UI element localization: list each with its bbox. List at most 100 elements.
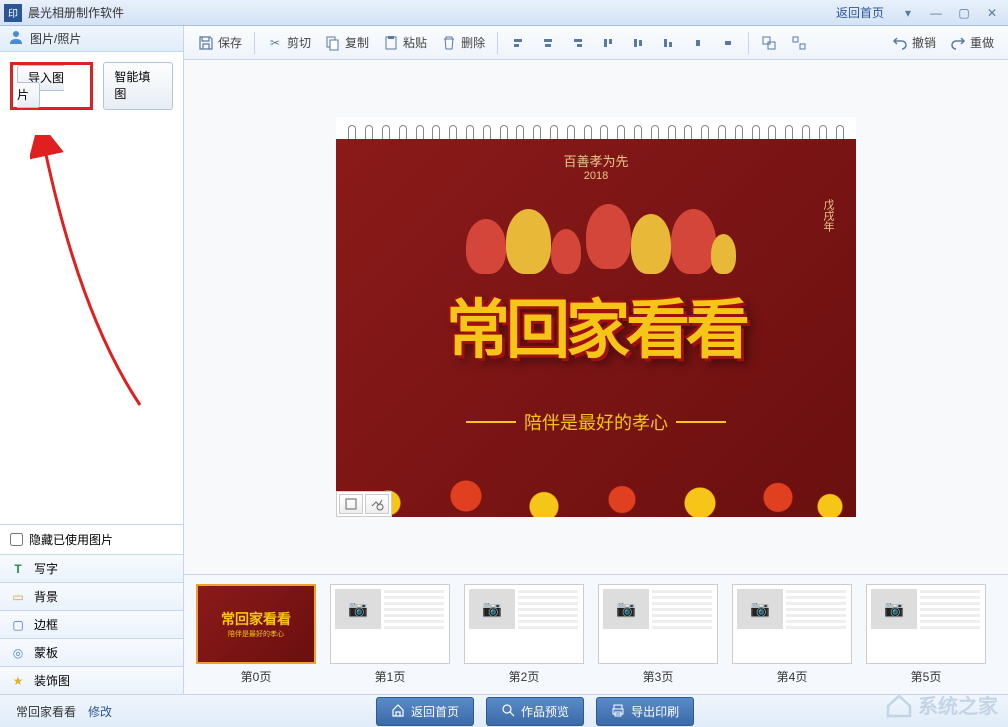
accordion-text[interactable]: T 写字 (0, 554, 183, 582)
photo-placeholder-icon: 📷 (737, 589, 783, 629)
hide-used-checkbox[interactable] (10, 533, 23, 546)
thumb-label: 第1页 (375, 668, 406, 685)
align-top-icon (600, 35, 616, 51)
import-highlight-annotation: 导入图片 (10, 62, 93, 110)
sidebar: 图片/照片 导入图片 智能填图 隐藏已使用图片 T 写字 ▭ 背景 ▢ (0, 26, 184, 694)
close-button[interactable]: ✕ (980, 4, 1004, 22)
sidebar-photos-label: 图片/照片 (30, 30, 81, 47)
project-name: 常回家看看 (16, 703, 76, 720)
group-button[interactable] (755, 31, 783, 55)
paste-button[interactable]: 粘贴 (377, 30, 433, 55)
calendar-motto: 百善孝为先 (336, 139, 856, 170)
copy-button[interactable]: 复制 (319, 30, 375, 55)
canvas-page-button[interactable] (339, 494, 363, 514)
canvas-area[interactable]: 百善孝为先 2018 戊戌年 常回家看看 (184, 60, 1008, 574)
page-thumbnails: 常回家看看 陪伴是最好的孝心 第0页 📷 第1页 📷 第2页 📷 第3页 📷 第… (184, 574, 1008, 694)
align-right-icon (570, 35, 586, 51)
save-button[interactable]: 保存 (192, 30, 248, 55)
align-right-button[interactable] (564, 31, 592, 55)
star-icon: ★ (10, 673, 26, 689)
import-images-button[interactable]: 导入图片 (17, 65, 64, 108)
accordion-background-label: 背景 (34, 588, 58, 605)
hide-used-row: 隐藏已使用图片 (0, 524, 183, 554)
modify-link[interactable]: 修改 (88, 703, 112, 720)
dropdown-button[interactable]: ▾ (896, 4, 920, 22)
accordion-decoration[interactable]: ★ 装饰图 (0, 666, 183, 694)
undo-button[interactable]: 撤销 (886, 30, 942, 55)
home-icon (391, 703, 405, 720)
ungroup-icon (791, 35, 807, 51)
flower-decoration (336, 447, 856, 517)
calendar-main-title: 常回家看看 (446, 279, 746, 371)
mask-icon: ◎ (10, 645, 26, 661)
accordion-mask-label: 蒙板 (34, 644, 58, 661)
arrow-annotation (30, 135, 170, 415)
sidebar-photos-header[interactable]: 图片/照片 (0, 26, 183, 52)
thumb-page-3[interactable]: 📷 第3页 (598, 584, 718, 685)
app-icon: 印 (4, 4, 22, 22)
photo-placeholder-icon: 📷 (335, 589, 381, 629)
thumb-label: 第3页 (643, 668, 674, 685)
accordion-border[interactable]: ▢ 边框 (0, 610, 183, 638)
thumb-page-0[interactable]: 常回家看看 陪伴是最好的孝心 第0页 (196, 584, 316, 685)
align-center-h-button[interactable] (534, 31, 562, 55)
maximize-button[interactable]: ▢ (952, 4, 976, 22)
accordion-text-label: 写字 (34, 560, 58, 577)
group-icon (761, 35, 777, 51)
align-middle-button[interactable] (624, 31, 652, 55)
align-top-button[interactable] (594, 31, 622, 55)
accordion-decoration-label: 装饰图 (34, 672, 70, 689)
distribute-h-button[interactable] (684, 31, 712, 55)
calendar-preview[interactable]: 百善孝为先 2018 戊戌年 常回家看看 (336, 117, 856, 517)
ungroup-button[interactable] (785, 31, 813, 55)
redo-button[interactable]: 重做 (944, 30, 1000, 55)
smart-fill-button[interactable]: 智能填图 (103, 62, 173, 110)
photo-placeholder-icon: 📷 (871, 589, 917, 629)
sidebar-image-list (0, 120, 183, 524)
calendar-year-badge: 戊戌年 (812, 199, 836, 232)
text-icon: T (10, 561, 26, 577)
delete-button[interactable]: 删除 (435, 30, 491, 55)
hide-used-label: 隐藏已使用图片 (29, 531, 113, 548)
accordion-mask[interactable]: ◎ 蒙板 (0, 638, 183, 666)
photo-placeholder-icon: 📷 (603, 589, 649, 629)
person-icon (8, 29, 24, 48)
bottombar: 常回家看看 修改 返回首页 作品预览 导出印刷 (0, 694, 1008, 727)
preview-button[interactable]: 作品预览 (486, 697, 584, 726)
accordion-background[interactable]: ▭ 背景 (0, 582, 183, 610)
cut-button[interactable]: ✂ 剪切 (261, 30, 317, 55)
preview-icon (501, 703, 515, 720)
distribute-h-icon (690, 35, 706, 51)
thumb-page-1[interactable]: 📷 第1页 (330, 584, 450, 685)
back-home-button[interactable]: 返回首页 (376, 697, 474, 726)
thumb-label: 第4页 (777, 668, 808, 685)
titlebar: 印 晨光相册制作软件 返回首页 ▾ — ▢ ✕ (0, 0, 1008, 26)
canvas-controls (336, 491, 392, 517)
thumb-page-5[interactable]: 📷 第5页 (866, 584, 986, 685)
align-left-button[interactable] (504, 31, 532, 55)
thumb-page-4[interactable]: 📷 第4页 (732, 584, 852, 685)
spiral-binding (336, 117, 856, 139)
calendar-year: 2018 (336, 170, 856, 182)
export-print-button[interactable]: 导出印刷 (596, 697, 694, 726)
align-middle-icon (630, 35, 646, 51)
accordion-border-label: 边框 (34, 616, 58, 633)
thumb-label: 第0页 (241, 668, 272, 685)
minimize-button[interactable]: — (924, 4, 948, 22)
cut-icon: ✂ (267, 35, 283, 51)
paste-icon (383, 35, 399, 51)
toolbar: 保存 ✂ 剪切 复制 粘贴 (184, 26, 1008, 60)
back-home-link[interactable]: 返回首页 (836, 4, 884, 21)
distribute-v-icon (720, 35, 736, 51)
distribute-v-button[interactable] (714, 31, 742, 55)
save-icon (198, 35, 214, 51)
undo-icon (892, 35, 908, 51)
thumb-page-2[interactable]: 📷 第2页 (464, 584, 584, 685)
copy-icon (325, 35, 341, 51)
thumb-label: 第2页 (509, 668, 540, 685)
app-title: 晨光相册制作软件 (28, 4, 836, 21)
align-center-h-icon (540, 35, 556, 51)
canvas-zoom-button[interactable] (365, 494, 389, 514)
align-bottom-button[interactable] (654, 31, 682, 55)
align-bottom-icon (660, 35, 676, 51)
